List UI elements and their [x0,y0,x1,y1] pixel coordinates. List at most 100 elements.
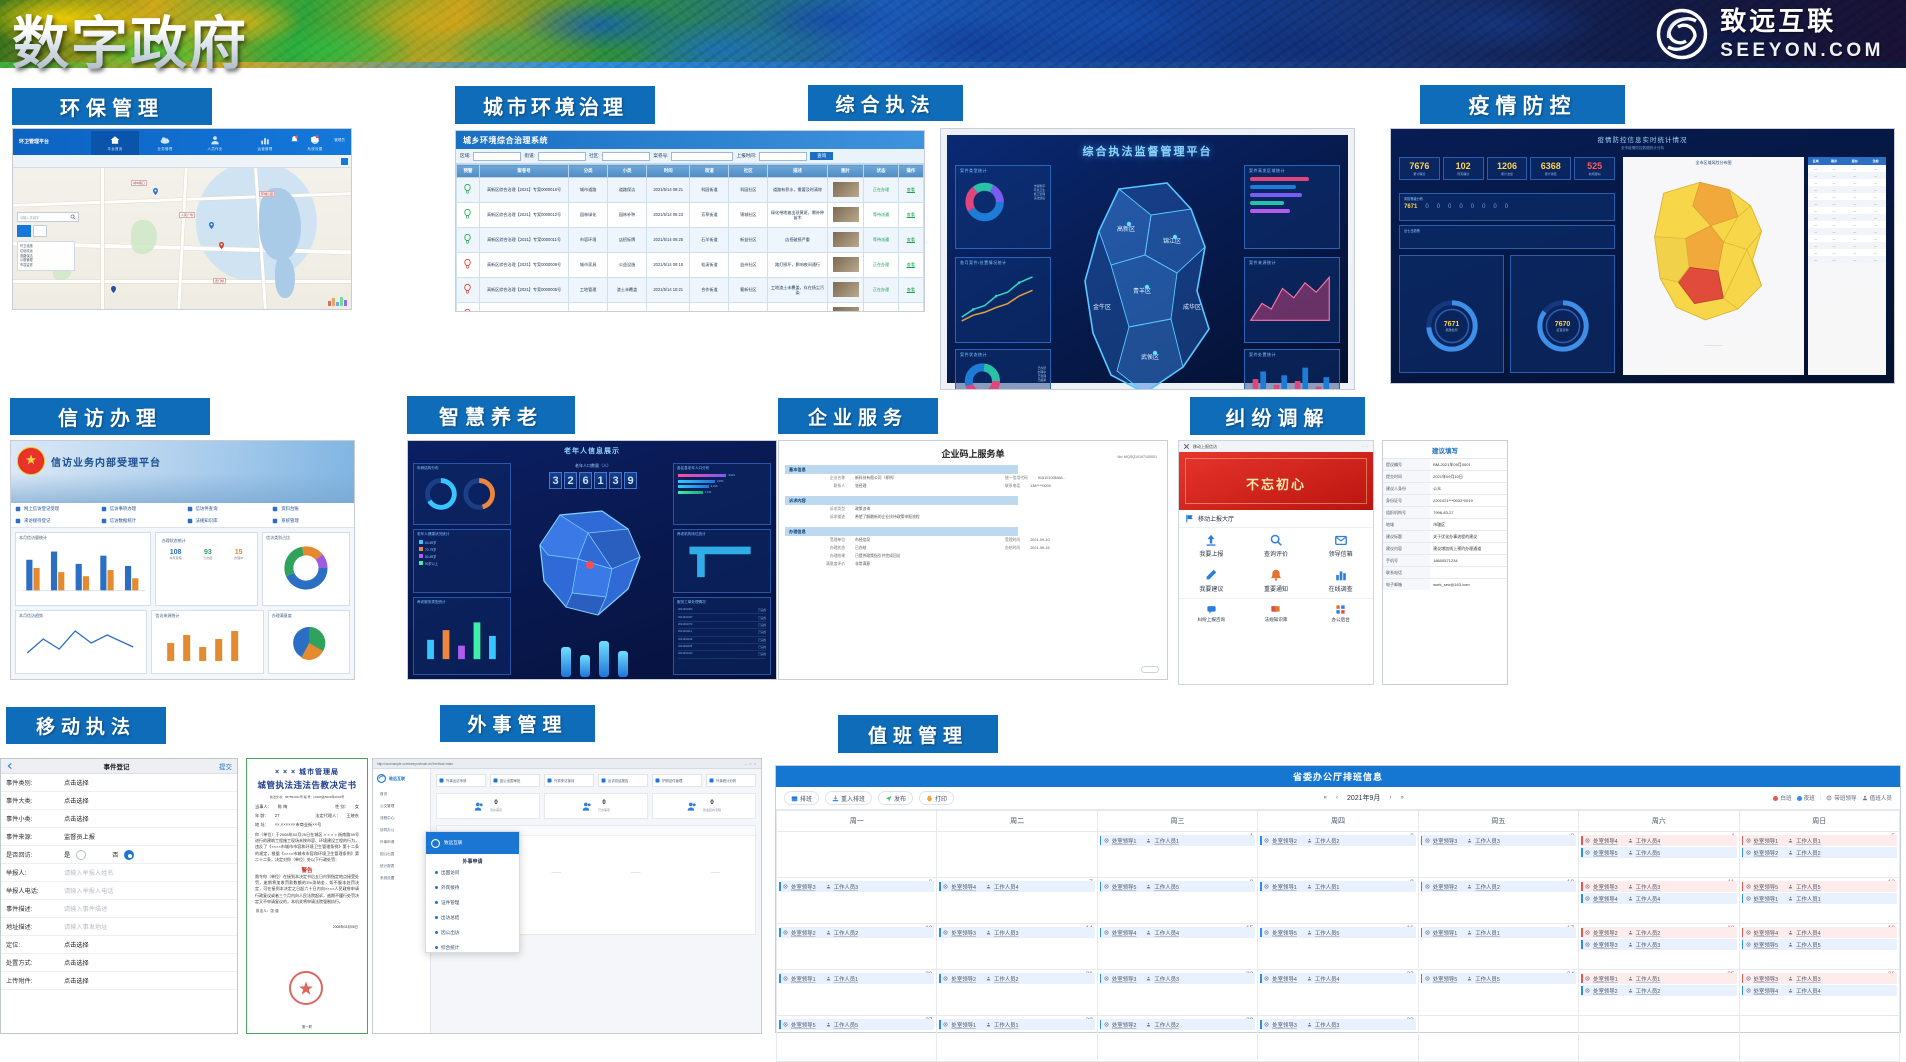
calendar-cell[interactable] [1738,1015,1901,1062]
first-month-button[interactable]: « [1324,795,1327,801]
xinfang-tab-1[interactable]: 信访事项办理 [97,503,183,515]
shift-event[interactable]: 处室领导5 工作人员5 [1741,881,1897,892]
waishi-menu-5[interactable]: 因公出国 [373,848,430,860]
waishi-tab-1[interactable]: 因公出国审批 [490,774,540,787]
jiufen-bottom-0[interactable]: 纠纷上报咨询 [1179,599,1244,628]
shift-event[interactable]: 处室领导4 工作人员4 [1581,835,1737,846]
shift-event[interactable]: 处室领导4 工作人员4 [939,881,1095,892]
shift-event[interactable]: 处室领导5 工作人员5 [1099,881,1256,892]
jiufen-menu-2[interactable]: 领导信箱 [1308,528,1373,563]
map-tag[interactable]: 环城公园 [259,191,276,197]
shift-event[interactable]: 处室领导1 工作人员1 [1099,835,1256,846]
waishi-tab-row[interactable]: 外事出访申请 因公出国审批 外宾来访接待 出访总结报告 护照证件管理 外事统计分析 [436,774,756,787]
calendar-cell[interactable]: 1处室领导1工作人员1 [1096,831,1259,878]
calendar-cell[interactable]: 20处室领导1工作人员1 [775,969,938,1016]
cell-image[interactable] [826,252,865,278]
waishi-menu-0[interactable]: 首页 [373,788,430,800]
shift-event[interactable]: 处室领导3 工作人员3 [1099,973,1256,984]
jiufen-bottom-1[interactable]: 法规知识库 [1244,599,1309,628]
calendar-cell[interactable]: 28处室领导1工作人员1 [936,1015,1098,1062]
shift-event[interactable]: 处室领导5 工作人员5 [779,1019,935,1030]
shift-event[interactable]: 处室领导4 工作人员4 [1581,893,1737,904]
waishi-overlay-item-2[interactable]: 证件管理 [426,895,519,910]
last-month-button[interactable]: » [1400,795,1403,801]
url-text[interactable]: http://oa.example.com/seeyon/main.do?met… [377,762,453,766]
calendar-cell[interactable] [936,831,1098,878]
calendar-cell[interactable]: 29处室领导2工作人员2 [1096,1015,1259,1062]
calendar-cell[interactable]: 16处室领导5工作人员5 [1257,923,1419,970]
calendar-cell[interactable]: 14处室领导3工作人员3 [936,923,1098,970]
table-row[interactable]: 高新区综合治理【2021】专案0000009号 城市家具 公益设施 2021/5/14… [456,252,924,278]
calendar-cell[interactable]: 2处室领导2工作人员2 [1257,831,1419,878]
jiufen-menu-4[interactable]: 重要通知 [1244,563,1309,598]
huanbao-search-row[interactable]: 请输入关键字 [17,212,79,222]
field-value[interactable]: 点击选择 [64,940,89,949]
waishi-menu-list[interactable]: 首页 公文管理 流程中心 协同办公 外事申请 因公出国 统计报表 系统设置 [373,788,430,884]
cell-action[interactable]: 查看 [897,277,924,303]
calendar-cell[interactable]: 26处室领导3工作人员3处室领导4工作人员4 [1738,969,1901,1016]
map-pin-icon[interactable] [111,286,116,293]
yiqing-table-panel[interactable]: 区域 确诊 疑似 治愈 — — — — — — — — — — — — — — — — — — — — — — — — — — — —… [1808,157,1886,375]
layer-toggle-icon[interactable] [341,158,348,165]
yidong-row-9[interactable]: 定位: 点击选择 [1,936,237,954]
calendar-cell[interactable]: 5处室领导1工作人员1处室领导2工作人员2 [1738,831,1901,878]
calendar-cell[interactable]: 18处室领导2工作人员2处室领导3工作人员3 [1578,923,1740,970]
radio-no[interactable] [124,849,135,860]
calendar-cell[interactable]: 23处室领导4工作人员4 [1257,969,1419,1016]
waishi-tab-0[interactable]: 外事出访申请 [436,774,486,787]
calendar-cell[interactable]: 27处室领导5工作人员5 [775,1015,938,1062]
yidong-row-11[interactable]: 上传附件: 点击选择 [1,972,237,990]
waishi-tab-2[interactable]: 外宾来访接待 [544,774,594,787]
yidong-row-1[interactable]: 事件大类: 点击选择 [1,792,237,810]
shift-event[interactable]: 处室领导5 工作人员5 [1581,847,1737,858]
xinfang-tab-0[interactable]: 网上信访登记受理 [11,503,97,515]
map-pin-icon[interactable] [209,222,214,229]
search-icon[interactable] [70,214,76,220]
cell-image[interactable] [826,202,865,228]
shift-event[interactable]: 处室领导1 工作人员1 [1741,835,1897,846]
calendar-cell[interactable]: 25处室领导1工作人员1处室领导2工作人员2 [1578,969,1740,1016]
huanbao-nav-0[interactable]: 平台首页 [91,131,139,155]
map-tag[interactable]: 人民广场 [179,212,196,218]
shift-event[interactable]: 处室领导5 工作人员5 [1741,939,1897,950]
radio-yes[interactable] [76,849,87,860]
xinfang-tab-4[interactable]: 来访接待登记 [11,515,97,527]
waishi-menu-2[interactable]: 流程中心 [373,812,430,824]
table-row[interactable]: 高新区综合治理【2021】专案0000011号 市容环境 店招标牌 2021/5/14… [456,227,924,253]
field-value[interactable]: 点击选择 [64,796,89,805]
waishi-tab-4[interactable]: 护照证件管理 [652,774,702,787]
search-button[interactable]: 查询 [810,152,834,160]
yanglao-map[interactable] [516,503,672,633]
shift-event[interactable]: 处室领导4 工作人员4 [1741,985,1897,996]
calendar-cell[interactable]: 4处室领导4工作人员4处室领导5工作人员5 [1578,831,1740,878]
shift-event[interactable]: 处室领导2 工作人员2 [1741,847,1897,858]
calendar-cell[interactable]: 3处室领导3工作人员3 [1417,831,1580,878]
calendar-cell[interactable]: 9处室领导1工作人员1 [1257,877,1419,924]
xinfang-tab-5[interactable]: 信访数据统计 [97,515,183,527]
waishi-menu-1[interactable]: 公文管理 [373,800,430,812]
table-row[interactable]: 高新区综合治理【2021】专案0000004号临街广告灯箱广告2021/5/14… [456,302,924,311]
calendar-cell[interactable] [775,831,938,878]
filter-input-street[interactable] [537,151,586,161]
zonghe-map[interactable]: 高新区 锦江区 青羊区 武侯区 金牛区 成华区 [1059,169,1235,389]
waishi-tab-5[interactable]: 外事统计分析 [706,774,756,787]
jiufen-menu-3[interactable]: 我要建议 [1179,563,1244,598]
jiufen-bottom-2[interactable]: 办公后台 [1308,599,1373,628]
calendar-cell[interactable]: 15处室领导4工作人员4 [1096,923,1259,970]
cell-image[interactable] [826,227,865,253]
shift-event[interactable]: 处室领导4 工作人员4 [1741,927,1897,938]
map-tag[interactable]: 城中路口 [131,180,148,186]
filter-input-community[interactable] [602,151,651,161]
xinfang-tab-7[interactable]: 系统管理 [268,515,354,527]
shift-event[interactable]: 处室领导3 工作人员3 [1260,1019,1416,1030]
calendar-cell[interactable]: 24处室领导5工作人员5 [1417,969,1580,1016]
yidong-row-8[interactable]: 地址描述: 请输入事发地址 [1,918,237,936]
calendar-cell[interactable] [1417,1015,1580,1062]
jiufen-menu-1[interactable]: 查询评价 [1244,528,1309,563]
calendar-cell[interactable] [1578,1015,1740,1062]
cell-action[interactable]: 查看 [897,202,924,228]
cell-image[interactable] [826,277,865,303]
prev-month-button[interactable]: ‹ [1336,795,1338,801]
calendar-cell[interactable]: 7处室领导4工作人员4 [936,877,1098,924]
china-region-map[interactable] [1623,166,1804,338]
